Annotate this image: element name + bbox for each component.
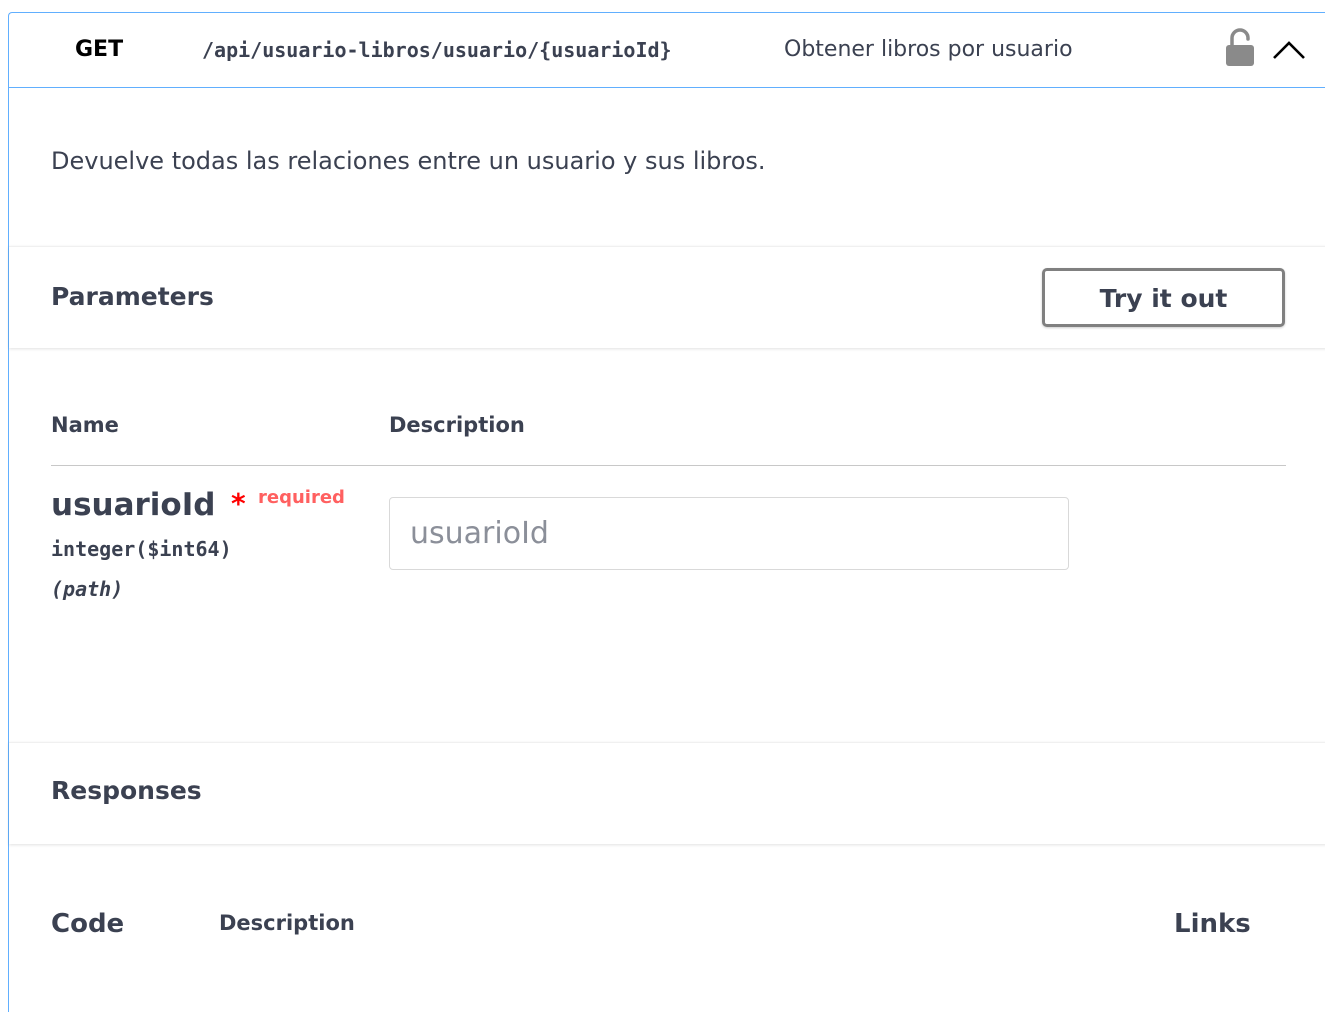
chevron-up-icon[interactable]: [1271, 37, 1307, 61]
http-method-label: GET: [75, 37, 124, 62]
parameters-header: Parameters Try it out: [9, 246, 1325, 348]
response-col-links: Links: [1174, 909, 1251, 939]
param-col-description: Description: [389, 413, 525, 437]
endpoint-path: /api/usuario-libros/usuario/{usuarioId}: [202, 38, 672, 62]
try-it-out-button[interactable]: Try it out: [1042, 268, 1285, 327]
response-col-code: Code: [51, 909, 125, 939]
required-label: required: [258, 487, 345, 508]
required-asterisk: *: [231, 487, 246, 520]
parameters-title: Parameters: [51, 282, 214, 311]
responses-title: Responses: [51, 776, 202, 805]
operation-block: GET /api/usuario-libros/usuario/{usuario…: [8, 12, 1325, 1012]
parameter-name: usuarioId: [51, 487, 216, 523]
operation-summary-text: Obtener libros por usuario: [784, 37, 1073, 62]
parameter-location: (path): [51, 577, 124, 601]
parameter-type: integer($int64): [51, 537, 232, 561]
response-col-description: Description: [219, 911, 355, 935]
param-col-name: Name: [51, 413, 119, 437]
operation-description: Devuelve todas las relaciones entre un u…: [51, 147, 766, 175]
operation-summary-bar[interactable]: GET /api/usuario-libros/usuario/{usuario…: [9, 13, 1325, 88]
usuario-id-input[interactable]: [389, 497, 1069, 570]
responses-header: Responses: [9, 742, 1325, 844]
params-divider: [51, 465, 1286, 466]
unlocked-lock-icon[interactable]: [1224, 28, 1256, 68]
